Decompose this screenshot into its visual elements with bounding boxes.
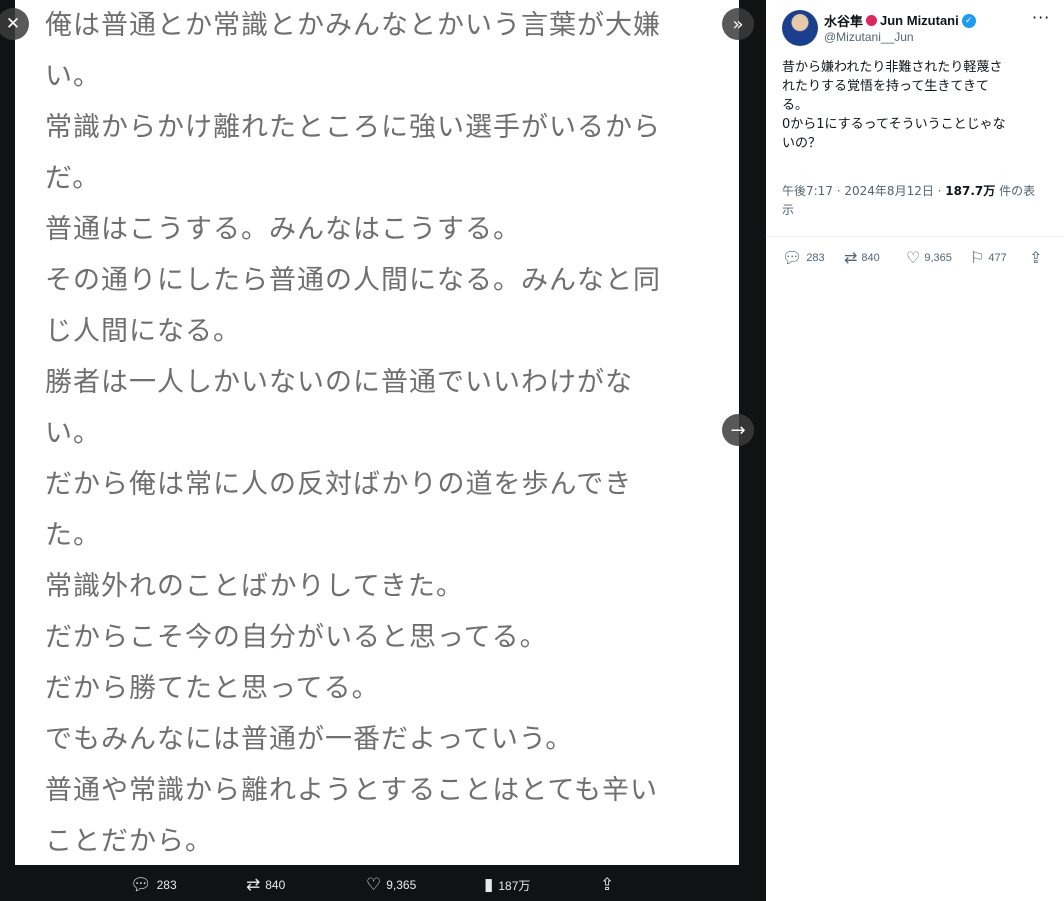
viewer-action-bar: 💬︎ 283 ⇄ 840 ♡ 9,365 ▮ 187万 ⇪ [130, 872, 630, 898]
image-text-line: でもみんなには普通が一番だよっていう。 [45, 724, 574, 755]
viewer-views-count: 187万 [498, 878, 531, 893]
viewer-retweet-count: 840 [265, 878, 286, 892]
heart-icon: ♡ [366, 874, 382, 895]
share-button[interactable]: ⇪ [1029, 248, 1042, 268]
viewer-retweet-button[interactable]: ⇄ 840 [246, 874, 286, 895]
image-text-line: 常識からかけ離れたところに強い選手がいるから [45, 112, 661, 143]
views-icon: ▮ [484, 874, 494, 895]
tweet-image[interactable]: 俺は普通とか常識とかみんなとかいう言葉が大嫌 い。常識からかけ離れたところに強い選… [15, 0, 739, 865]
image-text-line: だ。 [45, 163, 101, 194]
share-icon: ⇪ [1029, 248, 1043, 267]
tweet-meta: 午後7:17 · 2024年8月12日 · 187.7万 件の表示 [782, 182, 1054, 220]
more-icon: ··· [1032, 8, 1051, 27]
image-text-line: い。 [45, 61, 101, 92]
share-icon: ⇪ [600, 874, 615, 895]
image-text-line: い。 [45, 418, 101, 449]
reply-icon: 💬︎ [130, 874, 152, 895]
ping-pong-icon [866, 15, 878, 26]
viewer-like-count: 9,365 [386, 878, 417, 892]
tweet-text: 昔から嫌われたり非難されたり軽蔑さ れたりする覚悟を持って生きてきて る。 0から1に… [782, 58, 1054, 153]
retweet-button[interactable]: ⇄ 840 [844, 248, 880, 268]
image-text-line: た。 [45, 520, 101, 551]
author-name-ja: 水谷隼 [824, 14, 864, 29]
tweet-text-line: 0から1にするってそういうことじゃな [782, 117, 1006, 132]
like-button[interactable]: ♡ 9,365 [906, 248, 952, 268]
tweet-text-line: いの？ [782, 136, 822, 151]
viewer-like-button[interactable]: ♡ 9,365 [366, 874, 417, 895]
avatar[interactable] [782, 10, 818, 46]
image-text-line: だから俺は常に人の反対ばかりの道を歩んでき [45, 469, 633, 500]
viewer-views-button[interactable]: ▮ 187万 [484, 874, 531, 895]
image-text-line: 常識外れのことばかりしてきた。 [45, 571, 464, 602]
reply-button[interactable]: 💬︎ 283 [782, 248, 825, 268]
tweet-action-bar: 💬︎ 283 ⇄ 840 ♡ 9,365 ⚐ 477 ⇪ [782, 248, 1052, 270]
reply-count: 283 [806, 252, 825, 264]
tweet-views-count: 187.7万 [945, 184, 996, 198]
tweet-text-line: 昔から嫌われたり非難されたり軽蔑さ [782, 60, 1003, 75]
author-name-en: Jun Mizutani [880, 13, 959, 28]
viewer-share-button[interactable]: ⇪ [600, 874, 615, 895]
media-viewer: 俺は普通とか常識とかみんなとかいう言葉が大嫌 い。常識からかけ離れたところに強い選… [0, 0, 766, 901]
close-icon: ✕ [5, 14, 21, 34]
divider [766, 236, 1064, 237]
image-text-line: 普通はこうする。みんなはこうする。 [45, 214, 521, 245]
more-options-button[interactable]: ··· [1032, 8, 1050, 27]
media-viewer-page: 俺は普通とか常識とかみんなとかいう言葉が大嫌 い。常識からかけ離れたところに強い選… [0, 0, 1064, 901]
retweet-count: 840 [861, 252, 880, 264]
image-text-line: だからこそ今の自分がいると思ってる。 [45, 622, 548, 653]
expand-icon: » [732, 13, 744, 35]
reply-icon: 💬︎ [782, 248, 803, 267]
author-handle[interactable]: @Mizutani__Jun [824, 30, 914, 44]
tweet-image-text: 俺は普通とか常識とかみんなとかいう言葉が大嫌 い。常識からかけ離れたところに強い選… [45, 0, 715, 865]
image-text-line: 普通や常識から離れようとすることはとても辛い [45, 775, 659, 806]
tweet-text-line: れたりする覚悟を持って生きてきて [782, 79, 989, 94]
image-text-line: ことだから。 [45, 826, 213, 857]
image-text-line: 勝者は一人しかいないのに普通でいいわけがな [45, 367, 633, 398]
image-text-line: その通りにしたら普通の人間になる。みんなと同 [45, 265, 661, 296]
image-text-line: じ人間になる。 [45, 316, 241, 347]
verified-badge-icon: ✓ [961, 13, 976, 28]
image-text-line: 俺は普通とか常識とかみんなとかいう言葉が大嫌 [45, 10, 661, 41]
viewer-reply-button[interactable]: 💬︎ 283 [130, 874, 177, 895]
bookmark-icon: ⚐ [970, 248, 985, 267]
next-image-button[interactable]: → [722, 414, 754, 446]
author-name[interactable]: 水谷隼 Jun Mizutani ✓ [824, 11, 976, 30]
tweet-views-label-end: 示 [782, 203, 795, 217]
like-count: 9,365 [924, 252, 952, 264]
viewer-reply-count: 283 [156, 878, 177, 892]
retweet-icon: ⇄ [246, 874, 261, 895]
arrow-right-icon: → [730, 419, 746, 441]
bookmark-count: 477 [988, 252, 1007, 264]
tweet-text-line: る。 [782, 98, 809, 113]
image-text-line: だから勝てたと思ってる。 [45, 673, 380, 704]
bookmark-button[interactable]: ⚐ 477 [970, 248, 1007, 268]
tweet-panel: 水谷隼 Jun Mizutani ✓ @Mizutani__Jun ··· 昔か… [766, 0, 1064, 901]
heart-icon: ♡ [906, 248, 921, 267]
tweet-timestamp[interactable]: 午後7:17 · 2024年8月12日 · [782, 184, 945, 198]
expand-button[interactable]: » [722, 8, 754, 40]
tweet-views-label: 件の表 [995, 184, 1036, 198]
retweet-icon: ⇄ [844, 248, 858, 267]
